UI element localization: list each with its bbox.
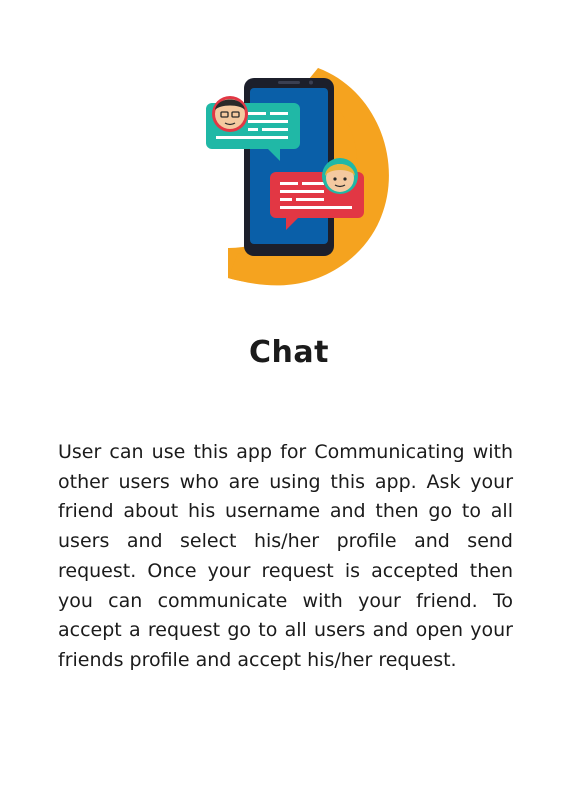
description-text: User can use this app for Communicating … — [58, 441, 513, 671]
chat-illustration-icon — [168, 48, 408, 288]
page-title: Chat — [249, 335, 329, 370]
